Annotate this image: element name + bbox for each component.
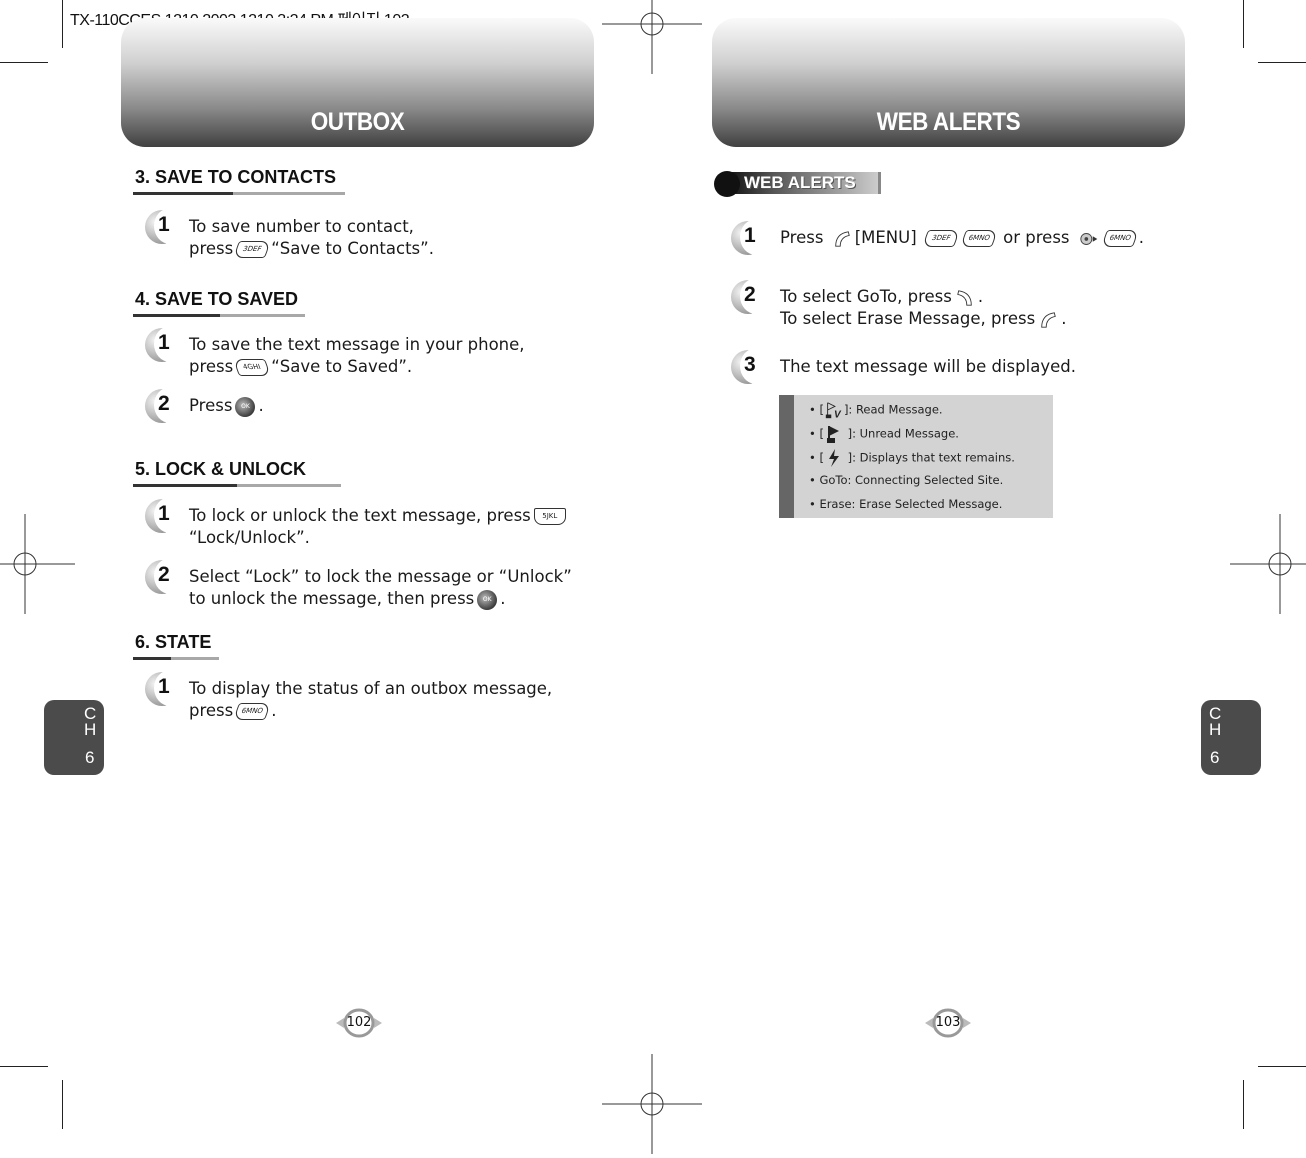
crop-mark [0, 1066, 48, 1067]
info-line: • [ ]: Unread Message. [809, 424, 959, 444]
key-6-icon: 6MNO [1100, 230, 1139, 247]
step-number-badge: 2 [731, 278, 772, 316]
step-number-badge: 1 [731, 219, 772, 257]
key-4-icon: 4GHI [233, 359, 272, 376]
nav-key-right-icon [1080, 232, 1098, 245]
left-softkey-icon [1041, 311, 1057, 328]
page-number-left: 102 [334, 1008, 384, 1038]
section-heading: 6. STATE [135, 632, 212, 652]
section-heading: 4. SAVE TO SAVED [135, 289, 299, 309]
section-underline [133, 484, 341, 487]
page-title: WEB ALERTS [876, 108, 1021, 136]
crop-mark [1243, 1080, 1244, 1129]
section-underline [133, 192, 345, 195]
step-text: To save the text message in your phone, … [189, 335, 525, 376]
left-softkey-icon [834, 230, 850, 247]
key-3-icon: 3DEF [921, 230, 960, 247]
step-number-badge: 3 [731, 348, 772, 386]
crop-mark [1258, 1066, 1306, 1067]
key-6-icon: 6MNO [959, 230, 998, 247]
read-message-icon: V [825, 402, 842, 420]
page-title-bar-web-alerts: WEB ALERTS [712, 18, 1185, 147]
key-5-icon: 5JKL [533, 508, 566, 525]
right-softkey-icon [957, 289, 972, 306]
info-line: • GoTo: Connecting Selected Site. [809, 473, 1004, 487]
registration-mark-top [602, 0, 702, 74]
key-6-icon: 6MNO [233, 703, 272, 720]
info-line: • [V]: Read Message. [809, 400, 943, 420]
ok-key-icon: OK [235, 396, 256, 417]
step-text: To display the status of an outbox messa… [189, 679, 553, 720]
section-underline [133, 657, 219, 660]
info-box-bar [779, 395, 794, 518]
section-heading: 5. LOCK & UNLOCK [135, 459, 306, 479]
step-number-badge: 1 [145, 670, 186, 708]
step-number-badge: 1 [145, 497, 186, 535]
registration-mark-bottom [602, 1054, 702, 1154]
step-number-badge: 1 [145, 208, 186, 246]
section-heading: 3. SAVE TO CONTACTS [135, 167, 337, 187]
svg-text:V: V [834, 409, 842, 420]
registration-mark-left [0, 514, 75, 614]
step-text: Press OK. [189, 396, 264, 417]
unread-message-icon [826, 426, 839, 443]
step-text: Press [MENU] 3DEF 6MNO or press 6MNO. [780, 228, 1145, 247]
step-text: The text message will be displayed. [780, 357, 1076, 376]
step-text: To save number to contact, press 3DEF “Sav… [189, 217, 434, 258]
step-text: Select “Lock” to lock the message or “Un… [189, 567, 572, 610]
crop-mark [1243, 0, 1244, 48]
key-3-icon: 3DEF [233, 241, 272, 258]
step-number-badge: 1 [145, 326, 186, 364]
section-underline [133, 314, 305, 317]
crop-mark [1258, 62, 1306, 63]
crop-mark [62, 1080, 63, 1129]
step-text: To lock or unlock the text message, pres… [189, 505, 569, 549]
page-title-bar-outbox: OUTBOX [121, 18, 594, 147]
step-number-badge: 2 [145, 558, 186, 596]
info-line: • [ ]: Displays that text remains. [809, 448, 1015, 468]
step-number-badge: 2 [145, 387, 186, 425]
page-number-right: 103 [923, 1008, 973, 1038]
registration-mark-right [1230, 514, 1306, 614]
ok-key-icon: OK [477, 589, 498, 610]
crop-mark [0, 62, 48, 63]
chapter-tab-left: C H 6 [44, 700, 104, 775]
page-title: OUTBOX [310, 108, 405, 136]
crop-mark [62, 0, 63, 48]
step-text: To select GoTo, press. To select Erase M… [780, 287, 1067, 328]
text-remains-icon [828, 449, 839, 467]
info-box: • [V]: Read Message. • [ ]: Unread Messa… [779, 395, 1053, 518]
info-line: • Erase: Erase Selected Message. [809, 497, 1003, 511]
chapter-tab-right: C H 6 [1201, 700, 1261, 775]
